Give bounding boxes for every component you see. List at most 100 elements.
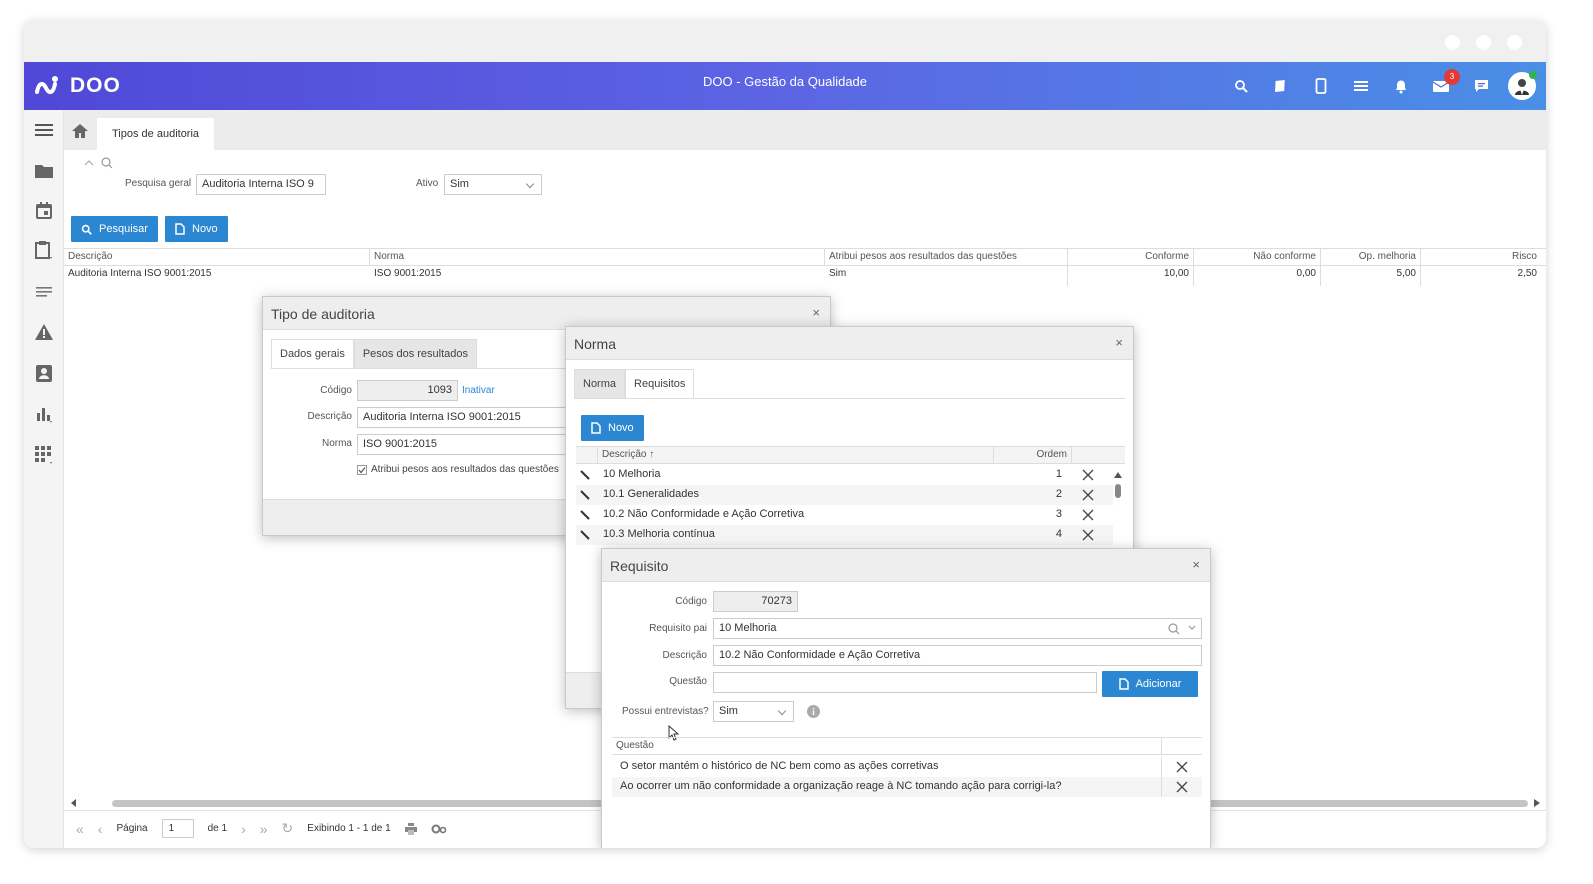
col-ordem[interactable]: Ordem xyxy=(994,447,1072,463)
dialog-title-text: Requisito xyxy=(610,558,669,574)
requisito-pai-select[interactable]: 10 Melhoria xyxy=(713,618,1202,639)
adicionar-button[interactable]: Adicionar xyxy=(1102,671,1198,697)
col-op-melhoria[interactable]: Op. melhoria xyxy=(1321,249,1421,265)
close-icon[interactable]: × xyxy=(812,305,820,320)
requisito-pai-value: 10 Melhoria xyxy=(719,622,777,634)
showing-label: Exibindo 1 - 1 de 1 xyxy=(307,823,391,834)
col-risco[interactable]: Risco xyxy=(1421,249,1541,265)
search-icon[interactable] xyxy=(1228,73,1254,99)
contact-icon[interactable] xyxy=(34,363,54,383)
descricao-field[interactable]: Auditoria Interna ISO 9001:2015 xyxy=(357,407,597,428)
next-page-icon[interactable]: › xyxy=(241,821,246,837)
scroll-left-icon[interactable] xyxy=(71,799,77,807)
col-questao[interactable]: Questão xyxy=(612,738,1162,754)
delete-icon[interactable] xyxy=(1068,525,1108,545)
inativar-link[interactable]: Inativar xyxy=(462,385,495,396)
delete-icon[interactable] xyxy=(1162,777,1202,797)
collapse-icon[interactable] xyxy=(84,159,94,167)
row-desc: 10 Melhoria xyxy=(603,468,661,480)
print-icon[interactable] xyxy=(404,822,417,835)
search-button[interactable]: Pesquisar xyxy=(71,216,158,242)
codigo-label: Código xyxy=(675,596,707,607)
vertical-scrollbar[interactable] xyxy=(1114,469,1122,549)
refresh-icon[interactable]: ↻ xyxy=(282,820,294,837)
norma-field[interactable]: ISO 9001:2015 xyxy=(357,434,597,455)
edit-icon[interactable] xyxy=(576,505,594,525)
window-dot[interactable] xyxy=(1445,35,1460,50)
edit-icon[interactable] xyxy=(576,525,594,545)
warning-icon[interactable] xyxy=(34,322,54,342)
tab-requisitos[interactable]: Requisitos xyxy=(625,369,695,398)
book-icon[interactable] xyxy=(1268,73,1294,99)
delete-icon[interactable] xyxy=(1068,465,1108,485)
scroll-up-icon[interactable] xyxy=(1114,472,1122,478)
search-icon[interactable] xyxy=(1167,622,1181,636)
chart-icon[interactable] xyxy=(34,404,54,424)
home-icon[interactable] xyxy=(72,124,88,141)
delete-icon[interactable] xyxy=(1068,505,1108,525)
grid-header: Descrição Norma Atribui pesos aos result… xyxy=(64,248,1546,266)
atribui-pesos-checkbox[interactable]: Atribui pesos aos resultados das questõe… xyxy=(357,464,559,475)
first-page-icon[interactable]: « xyxy=(76,821,84,837)
lines-icon[interactable] xyxy=(34,282,54,302)
page-input[interactable]: 1 xyxy=(161,819,194,838)
table-row[interactable]: O setor mantém o histórico de NC bem com… xyxy=(612,757,1202,777)
tab-pesos-resultados[interactable]: Pesos dos resultados xyxy=(353,339,477,368)
sort-asc-icon: ↑ xyxy=(649,449,655,460)
prev-page-icon[interactable]: ‹ xyxy=(98,821,103,837)
col-nao-conforme[interactable]: Não conforme xyxy=(1194,249,1321,265)
table-row[interactable]: 10.3 Melhoria contínua 4 xyxy=(576,525,1113,545)
info-icon[interactable] xyxy=(807,705,820,718)
descricao-field[interactable]: 10.2 Não Conformidade e Ação Corretiva xyxy=(713,645,1202,666)
chevron-down-icon[interactable] xyxy=(1188,625,1196,631)
ativo-select[interactable]: Sim xyxy=(444,174,542,195)
list-icon[interactable] xyxy=(1348,73,1374,99)
table-row[interactable]: Ao ocorrer um não conformidade a organiz… xyxy=(612,777,1202,797)
scrollbar-thumb[interactable] xyxy=(1115,484,1121,498)
col-descricao[interactable]: Descrição xyxy=(64,249,370,265)
ativo-label: Ativo xyxy=(416,178,439,189)
tab-tipos-de-auditoria[interactable]: Tipos de auditoria xyxy=(97,118,215,150)
new-button[interactable]: Novo xyxy=(165,216,228,242)
apps-icon[interactable] xyxy=(34,445,54,465)
col-conforme[interactable]: Conforme xyxy=(1068,249,1194,265)
delete-icon[interactable] xyxy=(1162,757,1202,777)
table-row[interactable]: 10.2 Não Conformidade e Ação Corretiva 3 xyxy=(576,505,1113,525)
adicionar-button-label: Adicionar xyxy=(1135,678,1182,690)
settings-icon[interactable] xyxy=(431,823,447,835)
avatar[interactable] xyxy=(1508,71,1537,100)
edit-icon[interactable] xyxy=(576,465,594,485)
tab-norma[interactable]: Norma xyxy=(574,369,626,398)
table-row[interactable]: Auditoria Interna ISO 9001:2015 ISO 9001… xyxy=(64,266,1546,286)
mail-icon[interactable]: 3 xyxy=(1428,69,1460,99)
chat-icon[interactable] xyxy=(1468,73,1494,99)
col-norma[interactable]: Norma xyxy=(370,249,825,265)
window-dot[interactable] xyxy=(1476,35,1491,50)
search-input[interactable]: Auditoria Interna ISO 9 xyxy=(196,174,326,195)
clipboard-icon[interactable] xyxy=(34,240,54,260)
entrevistas-select[interactable]: Sim xyxy=(713,701,794,722)
calendar-icon[interactable] xyxy=(34,200,54,220)
questao-input[interactable] xyxy=(713,672,1097,693)
norma-label: Norma xyxy=(321,438,352,449)
close-icon[interactable]: × xyxy=(1115,335,1123,350)
delete-icon[interactable] xyxy=(1068,485,1108,505)
bell-icon[interactable] xyxy=(1388,73,1414,99)
questoes-grid-header: Questão xyxy=(612,737,1202,755)
col-atribui-pesos[interactable]: Atribui pesos aos resultados das questõe… xyxy=(825,249,1068,265)
last-page-icon[interactable]: » xyxy=(260,821,268,837)
new-requisito-button[interactable]: Novo xyxy=(581,415,644,441)
folder-icon[interactable] xyxy=(34,160,54,180)
col-descricao[interactable]: Descrição ↑ xyxy=(598,447,994,463)
edit-icon[interactable] xyxy=(576,485,594,505)
menu-icon[interactable] xyxy=(34,120,54,140)
table-row[interactable]: 10.1 Generalidades 2 xyxy=(576,485,1113,505)
scroll-right-icon[interactable] xyxy=(1534,799,1540,807)
mobile-icon[interactable] xyxy=(1308,73,1334,99)
tab-dados-gerais[interactable]: Dados gerais xyxy=(271,339,354,368)
window-dot[interactable] xyxy=(1507,35,1522,50)
file-icon xyxy=(175,223,185,235)
close-icon[interactable]: × xyxy=(1192,557,1200,572)
dialog-title-text: Norma xyxy=(574,336,617,352)
table-row[interactable]: 10 Melhoria 1 xyxy=(576,465,1113,485)
